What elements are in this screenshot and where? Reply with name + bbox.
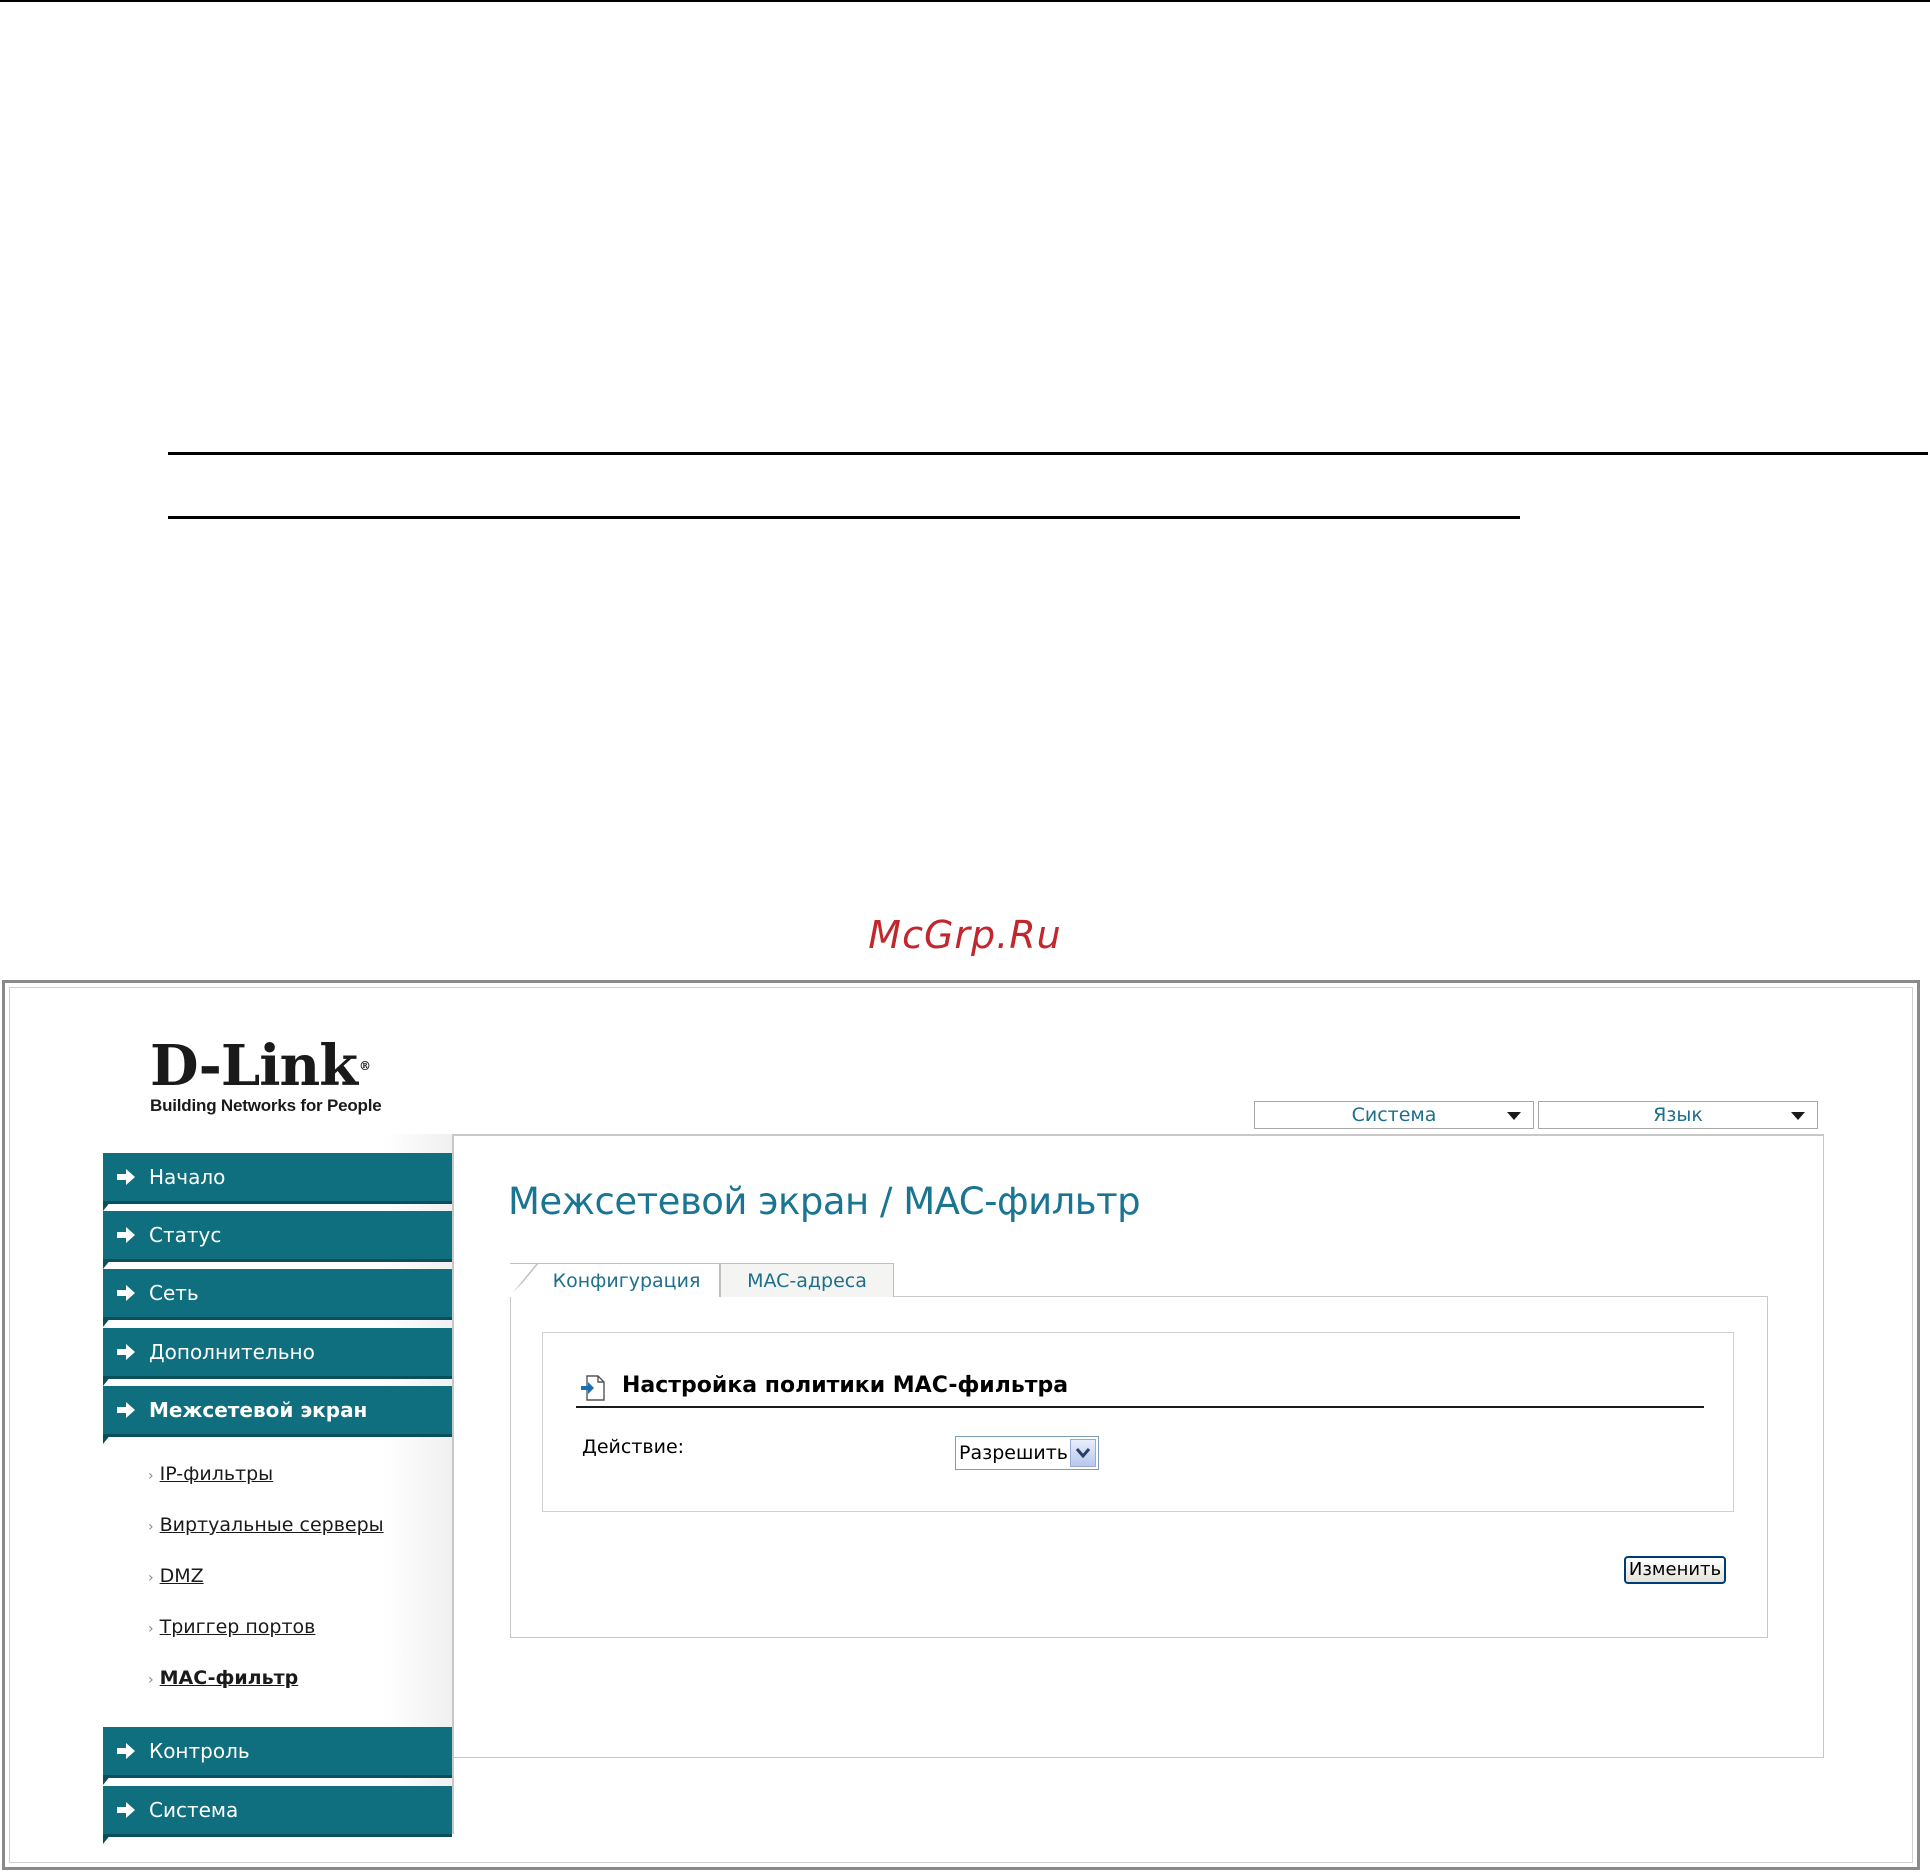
sub-item-dmz[interactable]: › DMZ [148, 1565, 204, 1587]
nav-item-status[interactable]: Статус [103, 1211, 452, 1269]
chevron-down-icon [1791, 1112, 1805, 1120]
bullet-icon: › [148, 1570, 154, 1586]
nav-item-label: Дополнительно [149, 1340, 315, 1364]
bullet-icon: › [148, 1519, 154, 1535]
chevron-down-icon [1507, 1112, 1521, 1120]
arrow-right-icon [117, 1169, 135, 1185]
language-menu-dropdown[interactable]: Язык [1538, 1101, 1818, 1129]
nav-item-system[interactable]: Система [103, 1786, 452, 1844]
document-top-rule [0, 0, 1930, 2]
nav-item-firewall[interactable]: Межсетевой экран [103, 1386, 452, 1444]
nav-item-network[interactable]: Сеть [103, 1269, 452, 1327]
select-dropdown-button[interactable] [1070, 1439, 1096, 1467]
action-select-value: Разрешить [959, 1442, 1068, 1464]
arrow-right-icon [117, 1285, 135, 1301]
bullet-icon: › [148, 1621, 154, 1637]
apply-button[interactable]: Изменить [1624, 1556, 1726, 1584]
document-arrow-icon [581, 1375, 605, 1401]
arrow-right-icon [117, 1227, 135, 1243]
page-title: Межсетевой экран / MAC-фильтр [508, 1180, 1141, 1223]
document-rule-2 [168, 516, 1520, 519]
arrow-right-icon [117, 1344, 135, 1360]
arrow-right-icon [117, 1743, 135, 1759]
tab-configuration[interactable]: Конфигурация [510, 1263, 720, 1297]
nav-item-label: Межсетевой экран [149, 1398, 368, 1422]
action-label: Действие: [582, 1436, 685, 1458]
nav-item-label: Статус [149, 1223, 222, 1247]
sub-item-port-trigger[interactable]: › Триггер портов [148, 1616, 315, 1638]
chevron-down-icon [1075, 1448, 1091, 1459]
nav-item-home[interactable]: Начало [103, 1153, 452, 1211]
section-divider [576, 1406, 1704, 1408]
arrow-right-icon [117, 1802, 135, 1818]
action-select[interactable]: Разрешить [955, 1436, 1099, 1470]
bullet-icon: › [148, 1672, 154, 1688]
nav-item-label: Сеть [149, 1281, 199, 1305]
logo-tagline: Building Networks for People [150, 1096, 382, 1115]
nav-item-control[interactable]: Контроль [103, 1727, 452, 1785]
section-title: Настройка политики MAC-фильтра [622, 1373, 1069, 1398]
watermark: McGrp.Ru [868, 913, 1062, 957]
policy-settings-box [542, 1332, 1734, 1512]
tab-mac-addresses[interactable]: MAC-адреса [720, 1263, 894, 1297]
nav-item-advanced[interactable]: Дополнительно [103, 1328, 452, 1386]
arrow-right-icon [117, 1402, 135, 1418]
language-menu-label: Язык [1653, 1104, 1703, 1126]
system-menu-label: Система [1351, 1104, 1437, 1126]
document-rule-1 [168, 452, 1928, 455]
bullet-icon: › [148, 1468, 154, 1484]
nav-item-label: Контроль [149, 1739, 250, 1763]
logo-word: D-Link [150, 1033, 358, 1099]
logo-registered: ® [359, 1059, 371, 1073]
nav-item-label: Система [149, 1798, 239, 1822]
nav-item-label: Начало [149, 1165, 226, 1189]
sub-item-ip-filters[interactable]: › IP-фильтры [148, 1463, 273, 1485]
sub-item-mac-filter[interactable]: › MAC-фильтр [148, 1667, 298, 1689]
dlink-logo: D-Link ® Building Networks for People [150, 1038, 382, 1116]
system-menu-dropdown[interactable]: Система [1254, 1101, 1534, 1129]
sub-item-virtual-servers[interactable]: › Виртуальные серверы [148, 1514, 384, 1536]
